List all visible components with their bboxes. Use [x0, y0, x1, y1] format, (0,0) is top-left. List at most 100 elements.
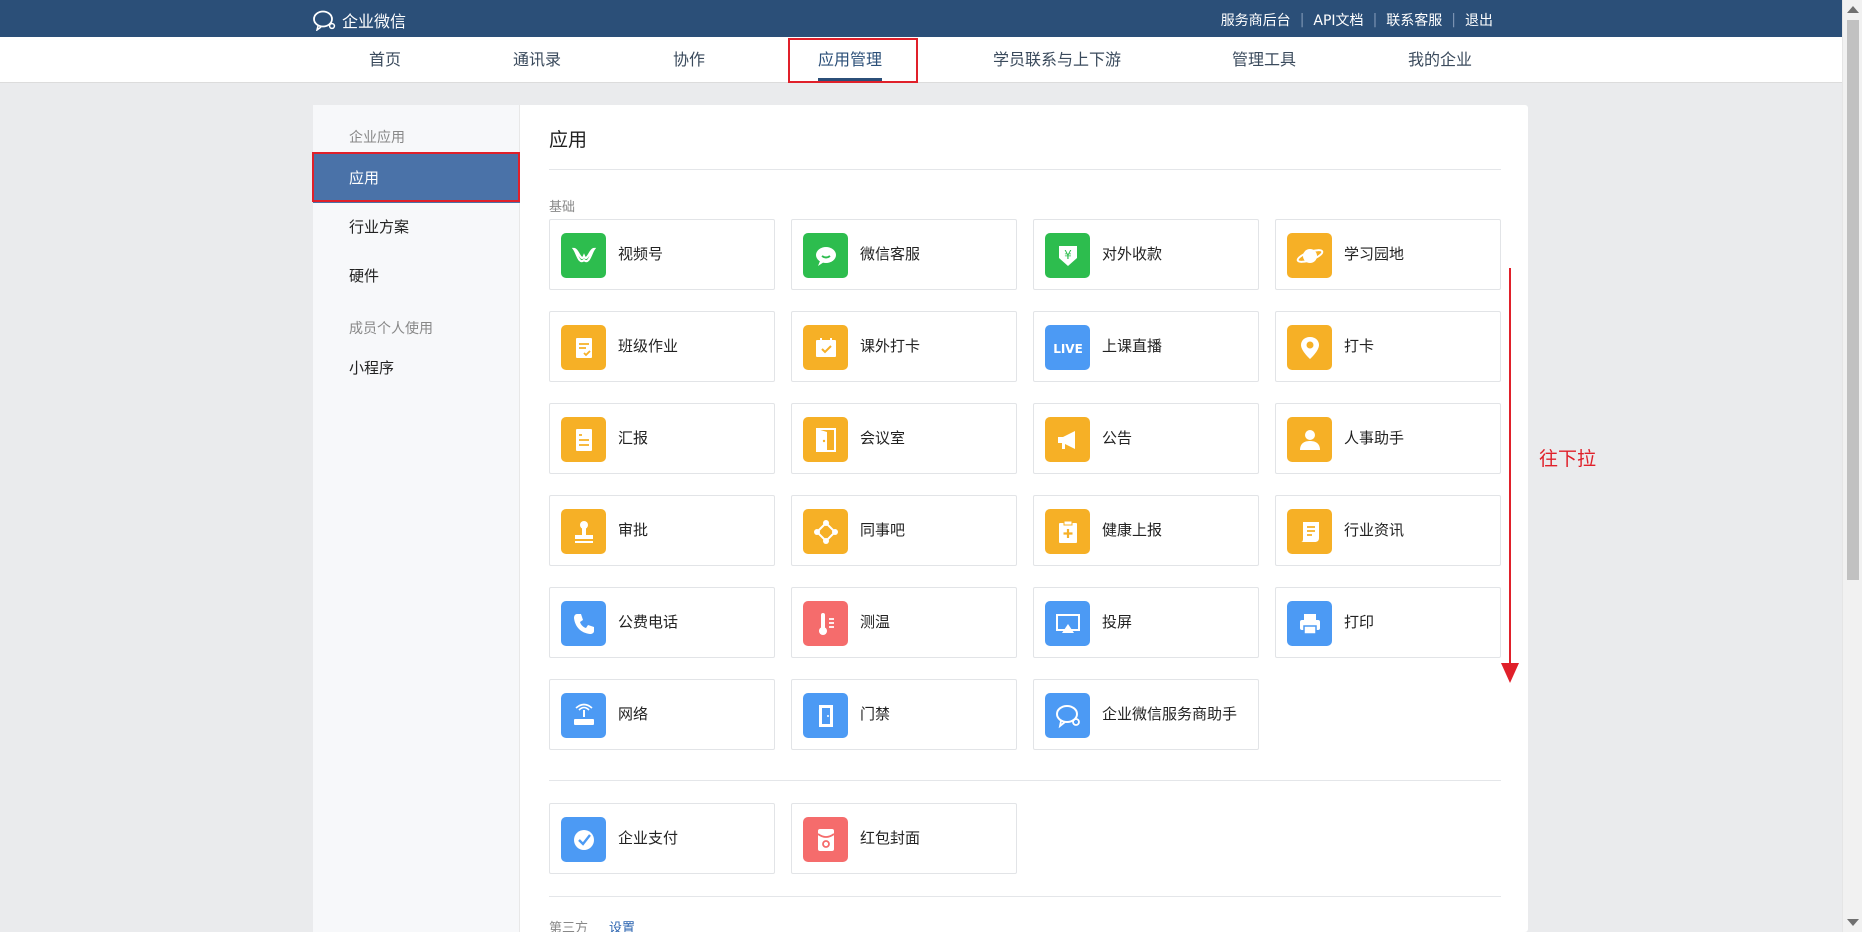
app-label: 行业资讯 — [1344, 521, 1405, 539]
app-card-health-report[interactable]: 健康上报 — [1033, 495, 1259, 566]
svg-text:¥: ¥ — [1064, 248, 1072, 262]
sidebar-group-enterprise-apps: 企业应用 — [349, 130, 405, 146]
scrollbar-thumb[interactable] — [1847, 20, 1859, 580]
screen-cast-icon — [1045, 601, 1090, 646]
app-label: 打印 — [1344, 613, 1375, 631]
app-card-learning-garden[interactable]: 学习园地 — [1275, 219, 1501, 290]
app-card-temperature[interactable]: 测温 — [791, 587, 1017, 658]
network-nodes-icon — [803, 509, 848, 554]
app-card-red-packet-cover[interactable]: 红包封面 — [791, 803, 1017, 874]
top-bar: 企业微信 服务商后台 | API文档 | 联系客服 | 退出 — [0, 0, 1842, 37]
app-label: 网络 — [618, 705, 649, 723]
yuan-shield-icon: ¥ — [1045, 233, 1090, 278]
app-card-access-control[interactable]: 门禁 — [791, 679, 1017, 750]
app-card-external-payment[interactable]: ¥ 对外收款 — [1033, 219, 1259, 290]
person-icon — [1287, 417, 1332, 462]
nav-student-contacts[interactable]: 学员联系与上下游 — [993, 37, 1121, 83]
wework-logo-icon — [1045, 693, 1090, 738]
app-label: 门禁 — [860, 705, 891, 723]
app-label: 公告 — [1102, 429, 1133, 447]
highlight-box-sidebar — [312, 152, 520, 202]
nav-my-enterprise[interactable]: 我的企业 — [1408, 37, 1472, 83]
stamp-icon — [561, 509, 606, 554]
section-divider — [549, 780, 1501, 781]
scroll-down-arrow — [1509, 268, 1511, 668]
third-party-settings-link[interactable]: 设置 — [609, 917, 635, 932]
sidebar-item-industry-solutions[interactable]: 行业方案 — [313, 202, 520, 252]
highlight-box-nav — [788, 38, 918, 83]
pay-check-icon — [561, 817, 606, 862]
page-title: 应用 — [549, 129, 588, 151]
arrow-down-icon — [1501, 663, 1519, 683]
app-label: 视频号 — [618, 245, 664, 263]
app-label: 健康上报 — [1102, 521, 1163, 539]
nav-contacts[interactable]: 通讯录 — [513, 37, 561, 83]
section-basic-label: 基础 — [549, 200, 576, 215]
app-card-print[interactable]: 打印 — [1275, 587, 1501, 658]
app-label: 同事吧 — [860, 521, 906, 539]
api-docs-link[interactable]: API文档 — [1304, 10, 1372, 30]
thermometer-icon — [803, 601, 848, 646]
phone-icon — [561, 601, 606, 646]
app-card-public-phone[interactable]: 公费电话 — [549, 587, 775, 658]
page-scrollbar[interactable] — [1842, 0, 1862, 932]
app-card-approval[interactable]: 审批 — [549, 495, 775, 566]
app-label: 人事助手 — [1344, 429, 1405, 447]
app-card-hr-assistant[interactable]: 人事助手 — [1275, 403, 1501, 474]
app-label: 企业支付 — [618, 829, 679, 847]
scroll-down-icon[interactable] — [1847, 919, 1859, 926]
app-label: 公费电话 — [618, 613, 679, 631]
app-label: 测温 — [860, 613, 891, 631]
app-label: 企业微信服务商助手 — [1102, 705, 1238, 723]
app-card-class-homework[interactable]: 班级作业 — [549, 311, 775, 382]
brand-name: 企业微信 — [342, 12, 407, 31]
homework-icon — [561, 325, 606, 370]
sidebar-item-hardware[interactable]: 硬件 — [313, 251, 520, 301]
section-divider — [549, 896, 1501, 897]
app-card-enterprise-payment[interactable]: 企业支付 — [549, 803, 775, 874]
app-card-network[interactable]: 网络 — [549, 679, 775, 750]
app-card-report[interactable]: 汇报 — [549, 403, 775, 474]
app-label: 红包封面 — [860, 829, 921, 847]
nav-home[interactable]: 首页 — [369, 37, 401, 83]
app-card-wechat-service[interactable]: 微信客服 — [791, 219, 1017, 290]
contact-support-link[interactable]: 联系客服 — [1377, 10, 1451, 30]
app-label: 学习园地 — [1344, 245, 1405, 263]
chat-bubble-icon — [803, 233, 848, 278]
app-card-video-channel[interactable]: 视频号 — [549, 219, 775, 290]
router-icon — [561, 693, 606, 738]
location-pin-icon — [1287, 325, 1332, 370]
megaphone-icon — [1045, 417, 1090, 462]
app-label: 微信客服 — [860, 245, 921, 263]
wework-logo-icon — [313, 10, 336, 31]
app-card-screen-cast[interactable]: 投屏 — [1033, 587, 1259, 658]
nav-collaboration[interactable]: 协作 — [673, 37, 705, 83]
clipboard-plus-icon — [1045, 509, 1090, 554]
main-panel: 企业应用 应用 行业方案 硬件 成员个人使用 小程序 应用 基础 视频号 微信客… — [313, 105, 1528, 932]
scroll-up-icon[interactable] — [1847, 6, 1859, 13]
app-card-announcement[interactable]: 公告 — [1033, 403, 1259, 474]
app-card-live-class[interactable]: LIVE 上课直播 — [1033, 311, 1259, 382]
app-label: 课外打卡 — [860, 337, 921, 355]
app-label: 对外收款 — [1102, 245, 1163, 263]
sidebar-group-personal: 成员个人使用 — [349, 321, 433, 337]
app-label: 汇报 — [618, 429, 649, 447]
service-provider-link[interactable]: 服务商后台 — [1212, 10, 1300, 30]
nav-admin-tools[interactable]: 管理工具 — [1232, 37, 1296, 83]
brand-logo[interactable]: 企业微信 — [312, 8, 406, 32]
app-card-industry-news[interactable]: 行业资讯 — [1275, 495, 1501, 566]
app-label: 投屏 — [1102, 613, 1133, 631]
red-packet-icon — [803, 817, 848, 862]
logout-link[interactable]: 退出 — [1456, 10, 1502, 30]
sidebar-item-mini-programs[interactable]: 小程序 — [313, 343, 520, 393]
sidebar: 企业应用 应用 行业方案 硬件 成员个人使用 小程序 — [313, 105, 520, 932]
app-card-meeting-room[interactable]: 会议室 — [791, 403, 1017, 474]
door-icon — [803, 417, 848, 462]
app-label: 审批 — [618, 521, 649, 539]
app-card-service-assistant[interactable]: 企业微信服务商助手 — [1033, 679, 1259, 750]
app-card-checkin[interactable]: 打卡 — [1275, 311, 1501, 382]
app-card-colleague-bar[interactable]: 同事吧 — [791, 495, 1017, 566]
title-divider — [549, 169, 1501, 170]
news-icon — [1287, 509, 1332, 554]
app-card-after-class-checkin[interactable]: 课外打卡 — [791, 311, 1017, 382]
